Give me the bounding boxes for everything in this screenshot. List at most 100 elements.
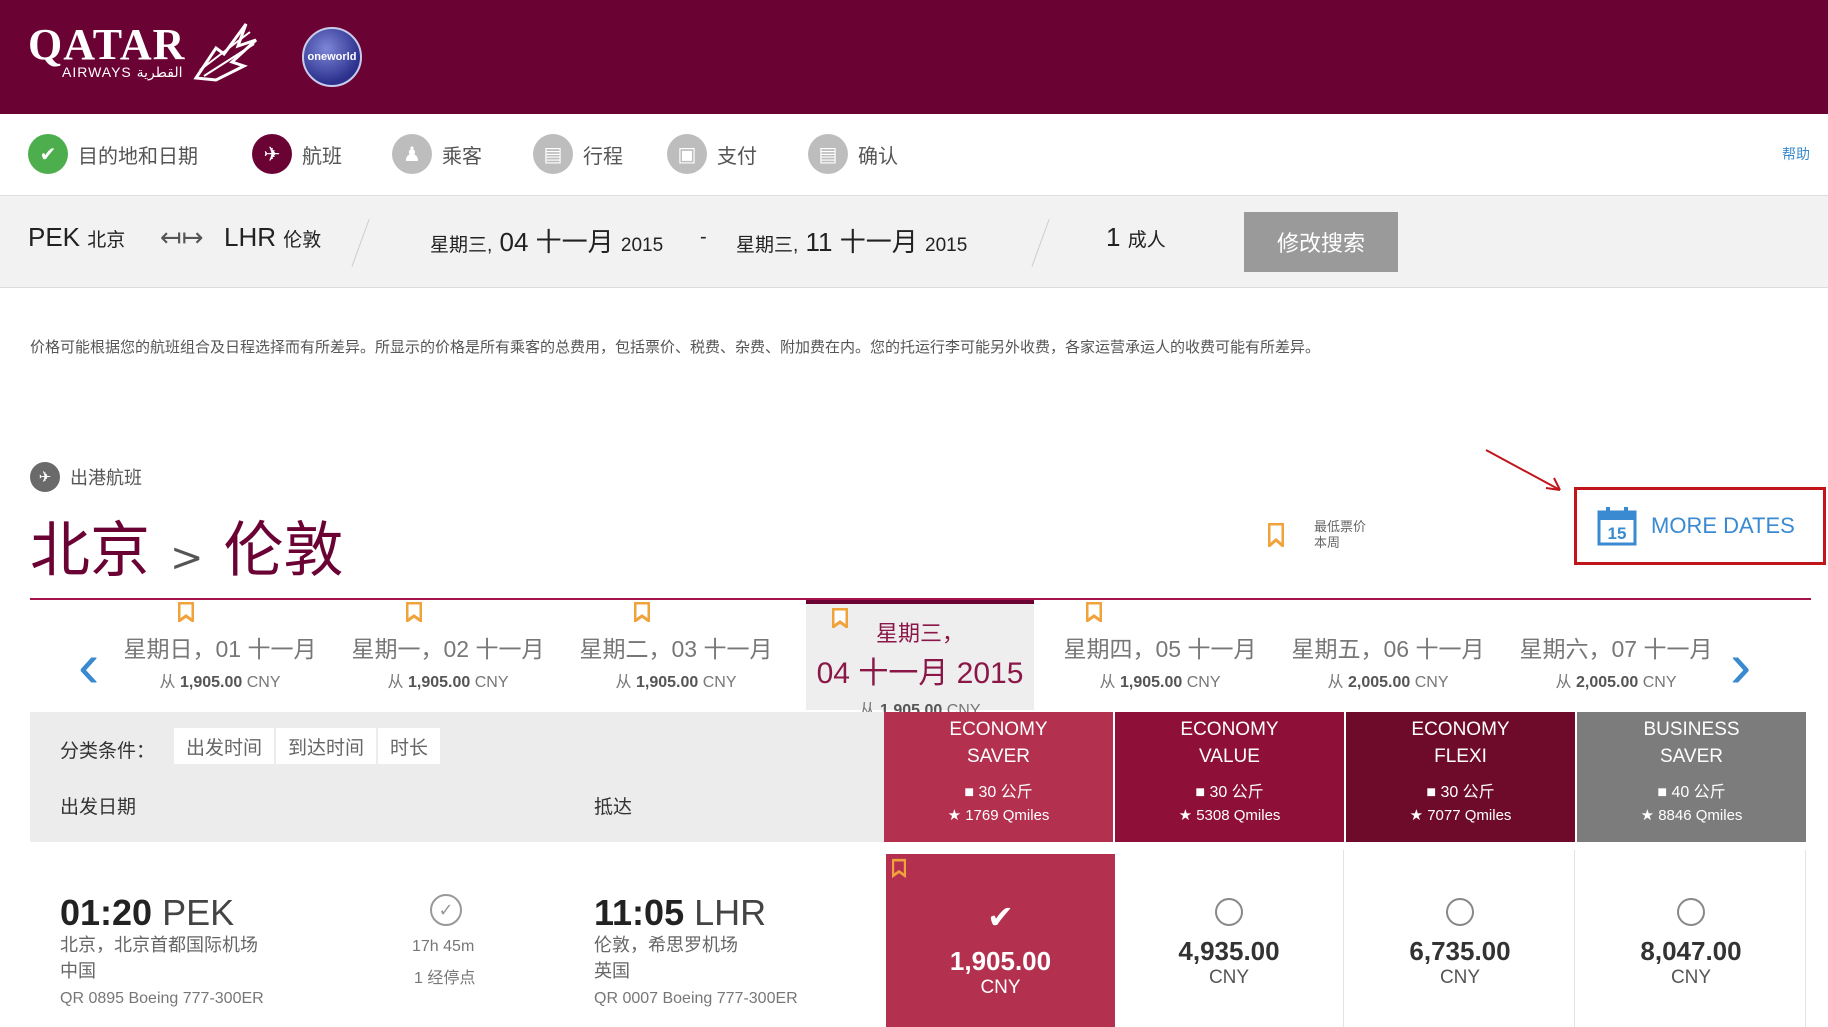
- fare-economy-saver[interactable]: ECONOMY SAVER ■ 30 公斤 ★ 1769 Qmiles: [884, 712, 1113, 842]
- star-icon: ★: [1178, 807, 1193, 824]
- date-label: 星期六，07 十一月: [1519, 636, 1713, 662]
- annotation-arrow-icon: [1485, 449, 1561, 491]
- destination-city: 伦敦: [283, 230, 322, 251]
- date-option[interactable]: 星期四，05 十一月 从 1,905.00 CNY: [1050, 602, 1270, 712]
- radio-button[interactable]: [1215, 898, 1243, 926]
- legend-line-2: 本周: [1314, 535, 1341, 550]
- step-payment[interactable]: ▣ 支付: [667, 134, 757, 174]
- step-flight[interactable]: ✈ 航班: [252, 134, 342, 174]
- price-notice: 价格可能根据您的航班组合及日程选择而有所差异。所显示的价格是所有乘客的总费用，包…: [30, 339, 1321, 356]
- from-city: 北京: [30, 516, 150, 586]
- help-link[interactable]: 帮助: [1782, 144, 1810, 164]
- date-option-selected[interactable]: 星期三， 04 十一月 2015 从 1,905.00 CNY: [806, 600, 1034, 719]
- fare-miles: ★ 1769 Qmiles: [947, 807, 1050, 824]
- fare-baggage: ■ 30 公斤: [1195, 784, 1264, 801]
- stops-link[interactable]: 1 经停点: [414, 964, 475, 988]
- price-currency: CNY: [1208, 967, 1250, 988]
- step-passenger[interactable]: ♟ 乘客: [392, 134, 482, 174]
- radio-button[interactable]: [1677, 898, 1705, 926]
- calendar-icon: 15: [1597, 507, 1637, 546]
- price-economy-value[interactable]: 4,935.00 CNY: [1115, 850, 1344, 1027]
- divider: [351, 219, 370, 267]
- outbound-label: ✈ 出港航班: [30, 462, 142, 492]
- star-icon: ★: [947, 807, 962, 824]
- duration: 17h 45m: [412, 938, 475, 955]
- date-option[interactable]: 星期五，06 十一月 从 2,005.00 CNY: [1278, 602, 1498, 712]
- fare-miles: ★ 8846 Qmiles: [1640, 807, 1743, 824]
- date-label: 星期四，05 十一月: [1063, 636, 1257, 662]
- baggage-icon: ■: [964, 784, 974, 801]
- step-label: 支付: [717, 145, 757, 168]
- step-itinerary[interactable]: ▤ 行程: [533, 134, 623, 174]
- step-label: 乘客: [442, 145, 482, 168]
- return-weekday: 星期三,: [736, 235, 799, 256]
- step-destination[interactable]: ✔ 目的地和日期: [28, 134, 198, 174]
- sort-duration-button[interactable]: 时长: [378, 728, 441, 764]
- radio-button[interactable]: [1446, 898, 1474, 926]
- swap-arrows-icon: ↤↦: [160, 222, 204, 252]
- date-option[interactable]: 星期一，02 十一月 从 1,905.00 CNY: [338, 602, 558, 712]
- sort-depart-time-button[interactable]: 出发时间: [174, 728, 275, 764]
- fare-name: ECONOMY SAVER: [949, 719, 1048, 767]
- arrival-flight-number: QR 0007 Boeing 777-300ER: [594, 990, 798, 1007]
- date-price: 从 1,905.00 CNY: [159, 674, 281, 691]
- price-amount: 6,735.00: [1409, 936, 1511, 966]
- fare-economy-value[interactable]: ECONOMY VALUE ■ 30 公斤 ★ 5308 Qmiles: [1115, 712, 1344, 842]
- logo-subtext: AIRWAYS القطرية: [62, 64, 183, 80]
- step-label: 行程: [583, 145, 623, 168]
- origin: PEK 北京: [28, 222, 125, 253]
- more-dates-button[interactable]: 15 MORE DATES: [1574, 487, 1826, 565]
- departure-flight-number: QR 0895 Boeing 777-300ER: [60, 990, 264, 1007]
- price-economy-flexi[interactable]: 6,735.00 CNY: [1346, 850, 1575, 1027]
- destination-code: LHR: [224, 222, 277, 252]
- plane-icon: ✈: [30, 462, 60, 492]
- departure-time: 01:20 PEK: [60, 892, 235, 933]
- lowest-fare-bookmark-icon: [892, 858, 906, 878]
- price-business-saver[interactable]: 8,047.00 CNY: [1577, 850, 1806, 1027]
- logo-text: QATAR: [28, 20, 186, 69]
- price-economy-saver[interactable]: ✔ 1,905.00 CNY: [886, 854, 1115, 1027]
- return-day: 11: [805, 227, 833, 257]
- legend-text: 最低票价 本周: [1314, 519, 1366, 551]
- arrival-time: 11:05 LHR: [594, 892, 767, 933]
- fare-miles: ★ 7077 Qmiles: [1409, 807, 1512, 824]
- price-amount: 8,047.00: [1640, 936, 1742, 966]
- fare-economy-flexi[interactable]: ECONOMY FLEXI ■ 30 公斤 ★ 7077 Qmiles: [1346, 712, 1575, 842]
- outbound-text: 出港航班: [70, 468, 142, 488]
- depart-date: 星期三, 04 十一月 2015: [430, 222, 663, 259]
- fare-name: ECONOMY FLEXI: [1411, 719, 1510, 767]
- date-price: 从 1,905.00 CNY: [387, 674, 509, 691]
- modify-search-button[interactable]: 修改搜索: [1244, 212, 1398, 272]
- date-price: 从 1,905.00 CNY: [615, 674, 737, 691]
- baggage-icon: ■: [1657, 784, 1667, 801]
- star-icon: ★: [1409, 807, 1424, 824]
- step-label: 航班: [302, 145, 342, 168]
- to-city: 伦敦: [223, 516, 344, 586]
- price-currency: CNY: [1670, 967, 1712, 988]
- site-header: QATAR AIRWAYS القطرية oneworld: [0, 0, 1828, 114]
- fare-baggage: ■ 30 公斤: [964, 784, 1033, 801]
- itinerary-icon: ▤: [533, 134, 573, 174]
- fare-business-saver[interactable]: BUSINESS SAVER ■ 40 公斤 ★ 8846 Qmiles: [1577, 712, 1806, 842]
- search-summary: PEK 北京 ↤↦ LHR 伦敦 星期三, 04 十一月 2015 - 星期三,…: [0, 196, 1828, 288]
- col-depart: 出发日期: [60, 797, 137, 818]
- return-year: 2015: [925, 235, 968, 256]
- depart-year: 2015: [620, 235, 664, 256]
- qatar-logo[interactable]: QATAR AIRWAYS القطرية: [28, 20, 258, 82]
- fare-baggage: ■ 40 公斤: [1657, 784, 1726, 801]
- selected-check-icon: ✔: [987, 899, 1014, 935]
- sort-arrive-time-button[interactable]: 到达时间: [276, 728, 377, 764]
- route-arrow: >: [170, 535, 204, 581]
- lowest-fare-bookmark-icon: [1086, 602, 1102, 622]
- payment-icon: ▣: [667, 134, 707, 174]
- fare-miles: ★ 5308 Qmiles: [1178, 807, 1281, 824]
- depart-weekday: 星期三,: [430, 235, 493, 256]
- date-option[interactable]: 星期六，07 十一月 从 2,005.00 CNY: [1506, 602, 1726, 712]
- check-icon: ✔: [28, 134, 68, 174]
- sort-label: 分类条件：: [60, 741, 156, 762]
- date-price: 从 1,905.00 CNY: [1099, 674, 1221, 691]
- date-price: 从 2,005.00 CNY: [1327, 674, 1449, 691]
- date-option[interactable]: 星期日，01 十一月 从 1,905.00 CNY: [110, 602, 330, 712]
- date-option[interactable]: 星期二，03 十一月 从 1,905.00 CNY: [566, 602, 786, 712]
- step-confirm[interactable]: ▤ 确认: [808, 134, 898, 174]
